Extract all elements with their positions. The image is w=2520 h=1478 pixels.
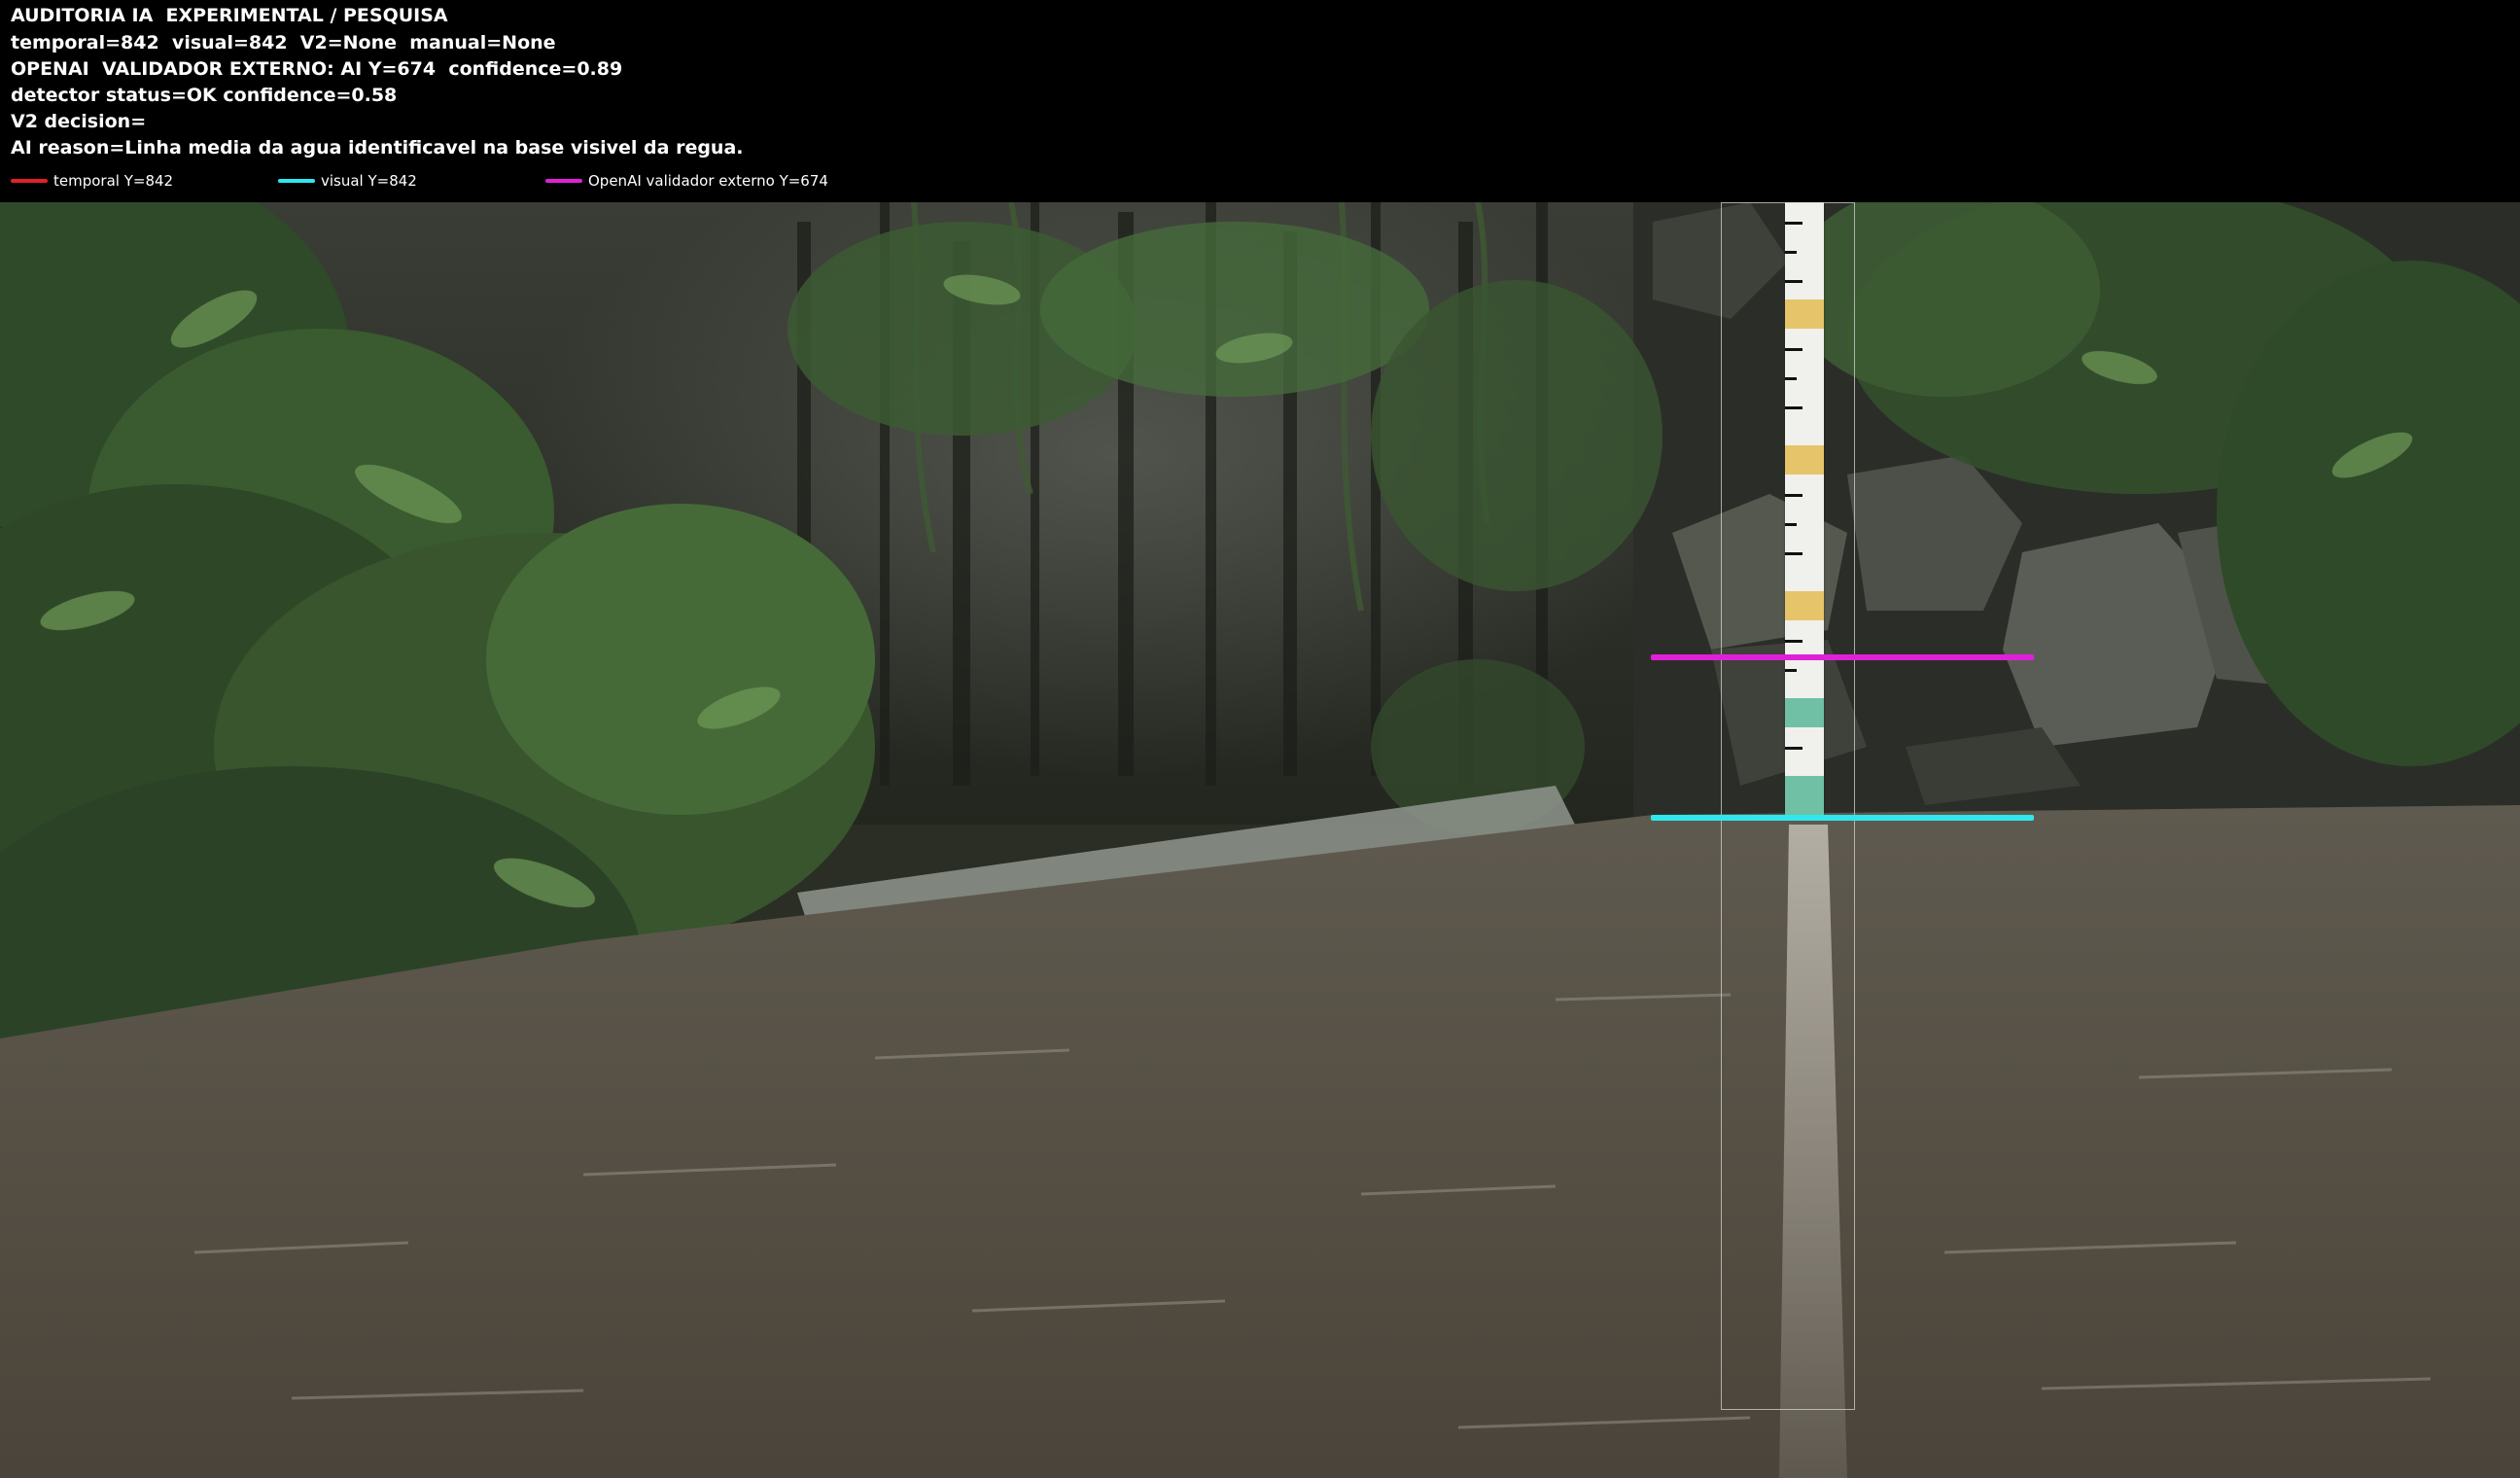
header-v2-decision: V2 decision= (11, 111, 147, 132)
header-detector-status: detector status=OK confidence=0.58 (11, 85, 398, 106)
line-swatch-icon (545, 179, 582, 183)
header-readings: temporal=842 visual=842 V2=None manual=N… (11, 32, 556, 53)
legend: temporal Y=842 visual Y=842 OpenAI valid… (0, 169, 972, 193)
visual-waterline (1651, 815, 2034, 821)
legend-label: temporal Y=842 (53, 172, 174, 190)
camera-frame (0, 202, 2520, 1478)
line-swatch-icon (278, 179, 315, 183)
scene-background (0, 202, 2520, 1478)
audit-header: AUDITORIA IA EXPERIMENTAL / PESQUISA tem… (0, 0, 2520, 202)
line-swatch-icon (11, 179, 48, 183)
openai-waterline (1651, 654, 2034, 660)
header-title: AUDITORIA IA EXPERIMENTAL / PESQUISA (11, 5, 448, 26)
header-ai-reason: AI reason=Linha media da agua identifica… (11, 137, 744, 158)
header-openai-validator: OPENAI VALIDADOR EXTERNO: AI Y=674 confi… (11, 58, 623, 80)
gauge-roi-box (1721, 202, 1855, 1410)
legend-label: OpenAI validador externo Y=674 (588, 172, 828, 190)
legend-label: visual Y=842 (321, 172, 417, 190)
